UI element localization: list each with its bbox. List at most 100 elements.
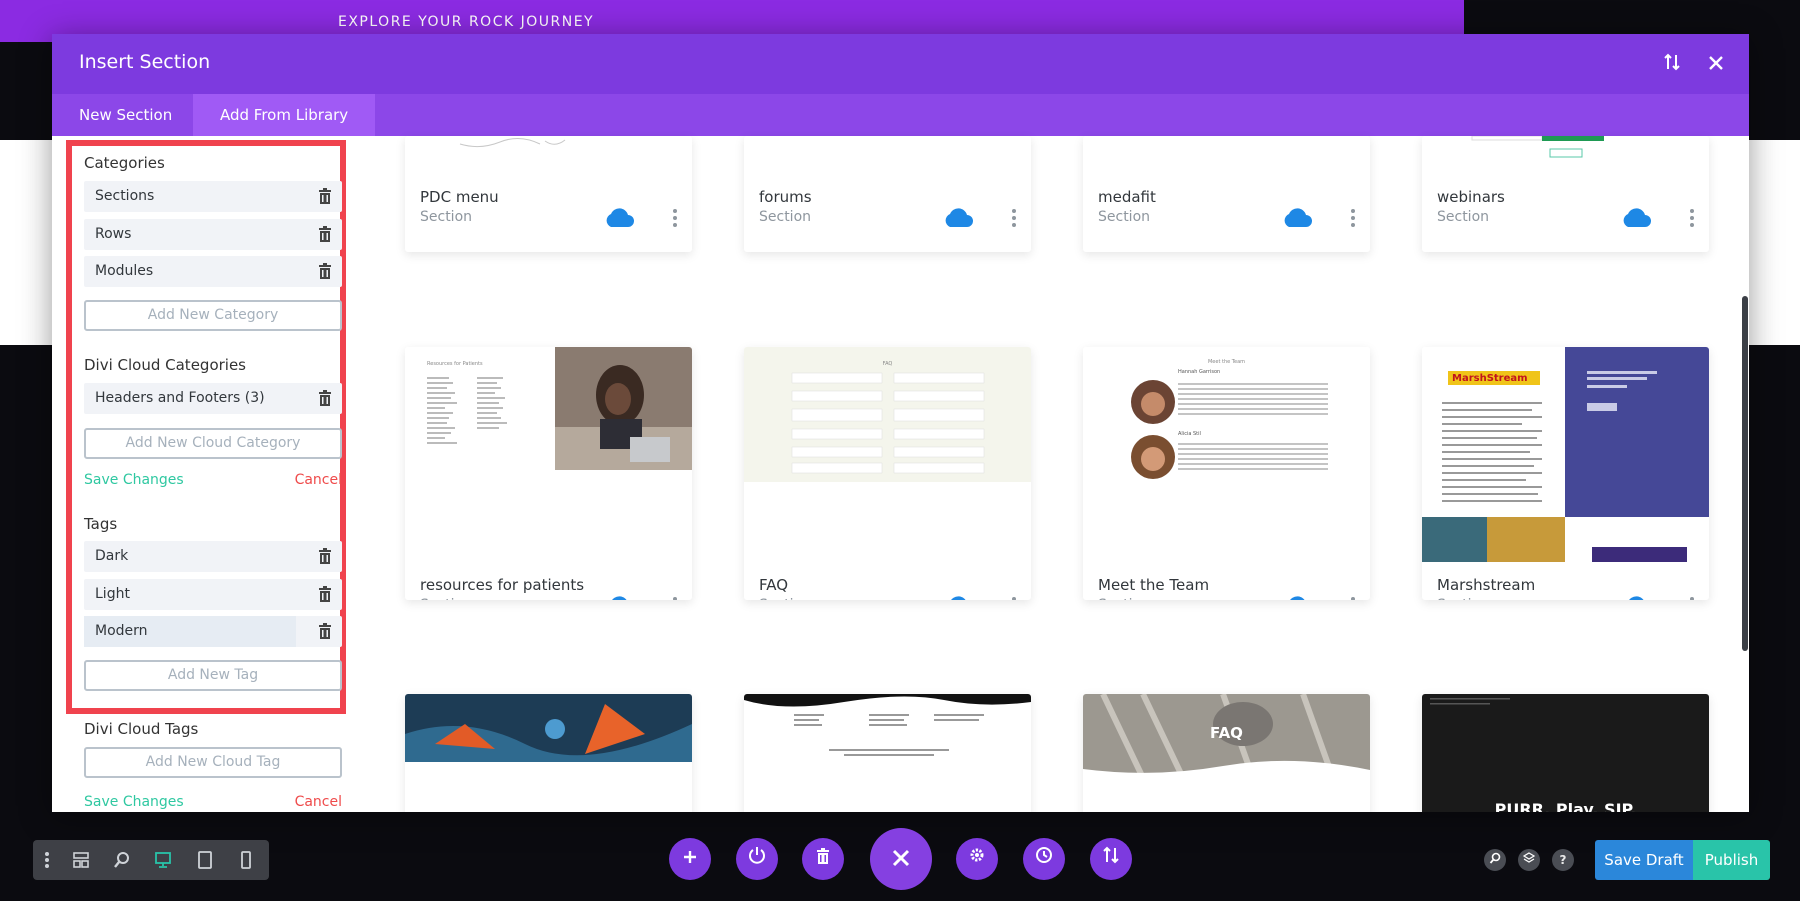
search-icon[interactable] bbox=[1484, 849, 1506, 871]
card-menu-icon[interactable] bbox=[1011, 209, 1017, 227]
trash-icon[interactable] bbox=[318, 548, 332, 564]
desktop-icon[interactable] bbox=[153, 850, 173, 870]
card-type: Section bbox=[420, 209, 473, 225]
add-tag-button[interactable]: Add New Tag bbox=[84, 660, 342, 691]
card-thumbnail: MarshStream bbox=[1422, 347, 1709, 562]
tab-new-section[interactable]: New Section bbox=[52, 94, 199, 136]
thumb-overlay-text: FAQ bbox=[1210, 724, 1243, 742]
card-name: FAQ bbox=[759, 576, 789, 594]
category-item[interactable]: Rows bbox=[84, 219, 342, 250]
card-thumbnail bbox=[405, 694, 692, 762]
library-card-medafit[interactable]: medafit Section bbox=[1083, 136, 1370, 252]
close-icon[interactable] bbox=[1702, 50, 1730, 78]
library-card-marshstream[interactable]: MarshStream Marshstream Section bbox=[1422, 347, 1709, 600]
card-name: PDC menu bbox=[420, 188, 499, 206]
trash-icon[interactable] bbox=[318, 623, 332, 639]
more-icon[interactable] bbox=[37, 850, 57, 870]
category-item[interactable]: Modules bbox=[84, 256, 342, 287]
cloud-icon[interactable] bbox=[1281, 596, 1313, 600]
cancel-link[interactable]: Cancel bbox=[295, 472, 342, 488]
card-thumbnail bbox=[405, 136, 692, 166]
library-card-forums[interactable]: forums Section bbox=[744, 136, 1031, 252]
scrollbar[interactable] bbox=[1742, 296, 1748, 651]
card-thumbnail bbox=[1422, 136, 1709, 166]
cloud-icon[interactable] bbox=[1281, 208, 1313, 228]
tag-item-editing[interactable]: Modern bbox=[84, 616, 342, 647]
card-type: Section bbox=[1098, 209, 1151, 225]
card-menu-icon[interactable] bbox=[1689, 209, 1695, 227]
cloud-icon[interactable] bbox=[942, 208, 974, 228]
modal-tabs: New Section Add From Library bbox=[52, 94, 1749, 136]
card-thumbnail: Meet the Team Hannah Garrison Alicia Sti… bbox=[1083, 347, 1370, 497]
save-draft-button[interactable]: Save Draft bbox=[1595, 840, 1693, 880]
trash-icon[interactable] bbox=[318, 586, 332, 602]
cloud-icon[interactable] bbox=[603, 208, 635, 228]
help-icon[interactable]: ? bbox=[1552, 849, 1574, 871]
tag-item[interactable]: Dark bbox=[84, 541, 342, 572]
cloud-icon[interactable] bbox=[1620, 208, 1652, 228]
cloud-category-item[interactable]: Headers and Footers (3) bbox=[84, 383, 342, 414]
tag-item[interactable]: Light bbox=[84, 579, 342, 610]
layers-icon[interactable] bbox=[1518, 849, 1540, 871]
category-label: Modules bbox=[95, 263, 154, 279]
wireframe-icon[interactable] bbox=[71, 850, 91, 870]
card-type: Section bbox=[759, 597, 811, 600]
library-card-pdc-menu[interactable]: PDC menu Section bbox=[405, 136, 692, 252]
card-thumbnail: FAQ bbox=[1083, 694, 1370, 778]
card-type: Section bbox=[420, 597, 472, 600]
sort-icon[interactable] bbox=[1090, 838, 1132, 880]
cancel-link[interactable]: Cancel bbox=[295, 794, 342, 810]
add-cloud-tag-button[interactable]: Add New Cloud Tag bbox=[84, 747, 342, 778]
background-panel-left bbox=[0, 140, 54, 345]
library-card-row3-1[interactable] bbox=[405, 694, 692, 812]
publish-button[interactable]: Publish bbox=[1693, 840, 1770, 880]
library-card-row3-4[interactable]: PURR. Play. SIP. bbox=[1422, 694, 1709, 812]
power-icon[interactable] bbox=[736, 838, 778, 880]
library-card-row3-2[interactable] bbox=[744, 694, 1031, 812]
save-changes-link[interactable]: Save Changes bbox=[84, 472, 184, 488]
library-card-webinars[interactable]: webinars Section bbox=[1422, 136, 1709, 252]
modal-title: Insert Section bbox=[79, 51, 211, 73]
cloud-icon[interactable] bbox=[603, 596, 635, 600]
history-icon[interactable] bbox=[1023, 838, 1065, 880]
thumb-overlay-text: PURR. Play. SIP. bbox=[1494, 800, 1637, 812]
add-cloud-category-button[interactable]: Add New Cloud Category bbox=[84, 428, 342, 459]
card-menu-icon[interactable] bbox=[1350, 209, 1356, 227]
add-category-button[interactable]: Add New Category bbox=[84, 300, 342, 331]
trash-icon[interactable] bbox=[318, 188, 332, 204]
card-type: Section bbox=[1437, 209, 1490, 225]
card-name: resources for patients bbox=[420, 576, 585, 594]
card-menu-icon[interactable] bbox=[672, 597, 678, 600]
category-label: Rows bbox=[95, 226, 132, 242]
settings-icon[interactable] bbox=[956, 838, 998, 880]
card-type: Section bbox=[1437, 597, 1489, 600]
add-icon[interactable] bbox=[669, 838, 711, 880]
card-menu-icon[interactable] bbox=[672, 209, 678, 227]
trash-icon[interactable] bbox=[318, 263, 332, 279]
card-name: Meet the Team bbox=[1098, 576, 1210, 594]
trash-icon[interactable] bbox=[318, 390, 332, 406]
phone-icon[interactable] bbox=[236, 850, 256, 870]
category-item[interactable]: Sections bbox=[84, 181, 342, 212]
cloud-icon[interactable] bbox=[942, 596, 974, 600]
library-card-resources-for-patients[interactable]: Resources for Patients resources for pat… bbox=[405, 347, 692, 600]
cloud-icon[interactable] bbox=[1620, 596, 1652, 600]
tab-add-from-library[interactable]: Add From Library bbox=[193, 94, 376, 136]
tags-title: Tags bbox=[84, 515, 118, 533]
zoom-icon[interactable] bbox=[112, 850, 132, 870]
sort-icon[interactable] bbox=[1658, 50, 1686, 78]
library-card-faq[interactable]: FAQ FAQ Section bbox=[744, 347, 1031, 600]
trash-icon[interactable] bbox=[802, 838, 844, 880]
card-menu-icon[interactable] bbox=[1350, 597, 1356, 600]
library-card-row3-3[interactable]: FAQ bbox=[1083, 694, 1370, 812]
cloud-tags-title: Divi Cloud Tags bbox=[84, 720, 199, 738]
card-menu-icon[interactable] bbox=[1689, 597, 1695, 600]
library-card-meet-the-team[interactable]: Meet the Team Hannah Garrison Alicia Sti… bbox=[1083, 347, 1370, 600]
card-thumbnail bbox=[744, 694, 1031, 762]
save-changes-link[interactable]: Save Changes bbox=[84, 794, 184, 810]
tablet-icon[interactable] bbox=[195, 850, 215, 870]
trash-icon[interactable] bbox=[318, 226, 332, 242]
close-icon[interactable] bbox=[870, 828, 932, 890]
card-thumbnail: FAQ bbox=[744, 347, 1031, 482]
card-menu-icon[interactable] bbox=[1011, 597, 1017, 600]
